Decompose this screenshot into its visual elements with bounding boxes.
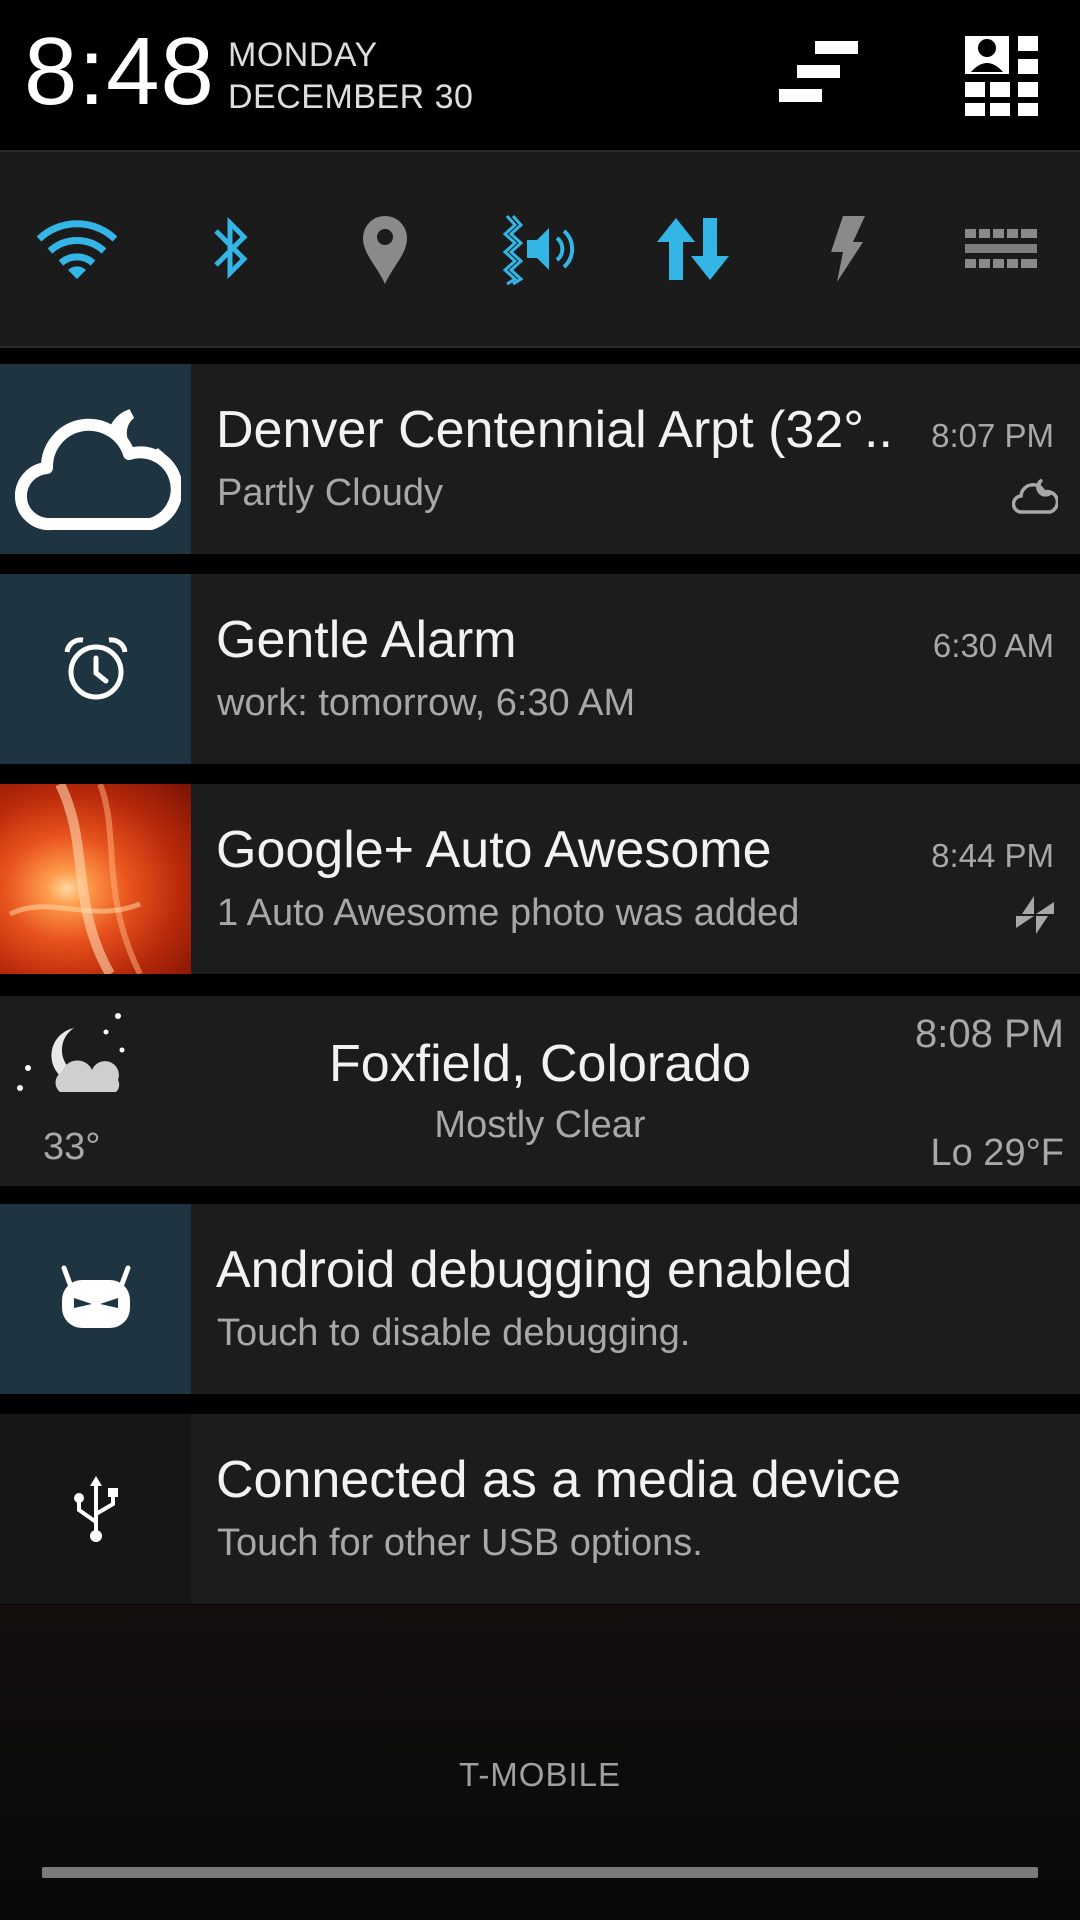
- notification-text: 1 Auto Awesome photo was added: [217, 892, 800, 934]
- notification-title: Connected as a media device: [216, 1451, 902, 1509]
- notification-text: work: tomorrow, 6:30 AM: [217, 682, 636, 724]
- quick-settings-bar: [0, 150, 1080, 348]
- partly-cloudy-night-icon: [14, 409, 181, 531]
- notification-header: 8:48 MONDAY DECEMBER 30: [0, 0, 1080, 145]
- notification-gentle-alarm[interactable]: Gentle Alarm work: tomorrow, 6:30 AM 6:3…: [0, 574, 1080, 764]
- day-label: MONDAY: [228, 36, 378, 74]
- weather-low: Lo 29°F: [930, 1132, 1064, 1174]
- notification-time: 8:44 PM: [931, 837, 1054, 874]
- alarm-clock-icon: [64, 637, 127, 700]
- notification-title: Android debugging enabled: [216, 1241, 853, 1299]
- weather-condition: Mostly Clear: [434, 1104, 646, 1146]
- photo-thumbnail: [0, 784, 191, 974]
- notification-text: Touch for other USB options.: [217, 1522, 703, 1564]
- notification-text: Touch to disable debugging.: [217, 1312, 691, 1354]
- notification-time: 8:07 PM: [931, 417, 1054, 454]
- qs-tile-data[interactable]: [616, 152, 770, 346]
- weather-time: 8:08 PM: [915, 1012, 1064, 1056]
- notification-icon-box: [0, 1414, 191, 1604]
- quick-settings-icon: [965, 36, 1038, 116]
- photo-highlights: [8, 784, 143, 974]
- notification-android-debugging[interactable]: Android debugging enabled Touch to disab…: [0, 1204, 1080, 1394]
- notification-title: Denver Centennial Arpt (32°..: [216, 401, 893, 459]
- notification-icon-box: [0, 364, 191, 554]
- cyanogen-bugdroid-icon: [61, 1265, 130, 1328]
- notification-icon-box: [0, 1204, 191, 1394]
- keyboard-icon: [965, 229, 1037, 268]
- notification-usb-media[interactable]: Connected as a media device Touch for ot…: [0, 1414, 1080, 1604]
- cloud-moon-small-icon: [1012, 478, 1058, 514]
- carrier-label: T-MOBILE: [458, 1756, 622, 1793]
- notification-google-plus[interactable]: Google+ Auto Awesome 1 Auto Awesome phot…: [0, 784, 1080, 974]
- pinwheel-icon: [1016, 896, 1054, 934]
- date-block[interactable]: MONDAY DECEMBER 30: [228, 34, 473, 118]
- lightning-icon: [831, 216, 865, 282]
- notification-weather-widget[interactable]: 33° Foxfield, Colorado Mostly Clear 8:08…: [0, 996, 1080, 1186]
- qs-tile-bluetooth[interactable]: [154, 152, 308, 346]
- clear-all-button[interactable]: [768, 28, 868, 118]
- qs-tile-torch[interactable]: [770, 152, 924, 346]
- notification-time: 6:30 AM: [932, 627, 1054, 664]
- notification-text: Partly Cloudy: [217, 472, 443, 514]
- bluetooth-icon: [214, 216, 248, 280]
- usb-icon: [73, 1476, 118, 1542]
- wifi-icon: [37, 220, 117, 279]
- clear-all-icon: [779, 41, 858, 102]
- location-icon: [363, 216, 407, 284]
- qs-tile-wifi[interactable]: [0, 152, 154, 346]
- qs-tile-keyboard[interactable]: [924, 152, 1078, 346]
- date-label: DECEMBER 30: [228, 78, 474, 116]
- qs-tile-location[interactable]: [308, 152, 462, 346]
- vibrate-sound-icon: [502, 215, 575, 286]
- clock-time[interactable]: 8:48: [24, 22, 215, 122]
- notification-title: Gentle Alarm: [216, 611, 517, 669]
- notification-icon-box: [0, 574, 191, 764]
- notification-weather-denver[interactable]: Denver Centennial Arpt (32°.. Partly Clo…: [0, 364, 1080, 554]
- qs-tile-sound[interactable]: [462, 152, 616, 346]
- data-arrows-icon: [657, 218, 729, 280]
- notification-title: Google+ Auto Awesome: [216, 821, 772, 879]
- shade-drag-handle[interactable]: [42, 1867, 1038, 1878]
- quick-settings-button[interactable]: [952, 28, 1052, 118]
